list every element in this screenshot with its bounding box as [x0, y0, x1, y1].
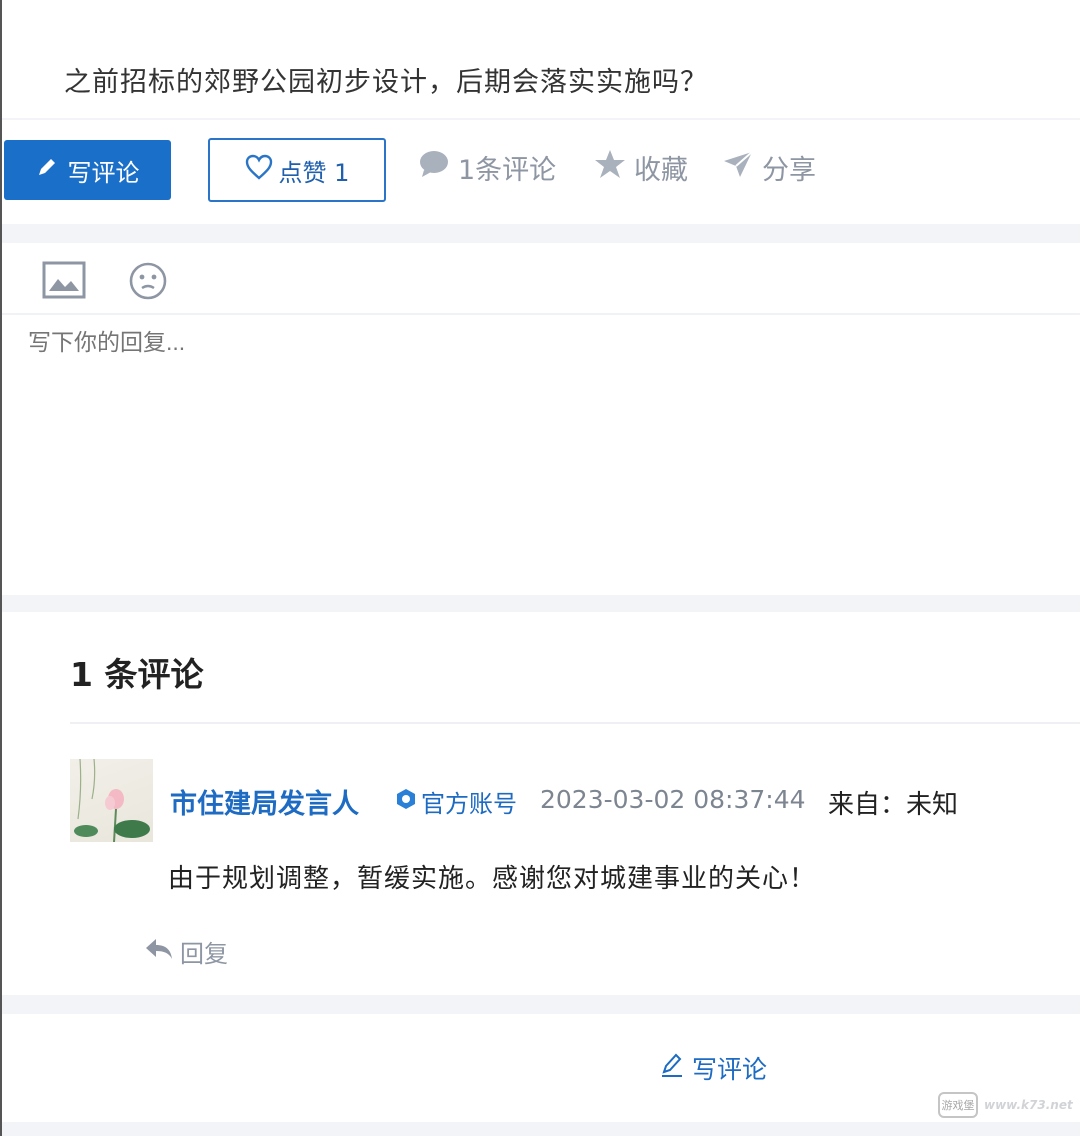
- chat-bubble-icon: [418, 150, 450, 185]
- pen-icon: [660, 1052, 684, 1084]
- comment-timestamp: 2023-03-02 08:37:44: [540, 785, 806, 814]
- favorite-label: 收藏: [634, 155, 688, 186]
- image-icon[interactable]: [42, 261, 86, 303]
- avatar[interactable]: [70, 759, 153, 842]
- question-section: 之前招标的郊野公园初步设计，后期会落实实施吗？: [2, 0, 1080, 118]
- pencil-icon: [36, 156, 58, 184]
- comment-author[interactable]: 市住建局发言人: [170, 782, 359, 821]
- watermark-logo: 游戏堡: [938, 1092, 978, 1118]
- divider: [70, 722, 1080, 724]
- star-icon: [594, 149, 626, 186]
- badge-label: 官方账号: [421, 790, 517, 818]
- verified-icon: [395, 788, 417, 816]
- reply-input[interactable]: [28, 329, 1028, 356]
- reply-label: 回复: [180, 940, 228, 968]
- reply-arrow-icon: [144, 937, 174, 967]
- comments-count-label: 1条评论: [458, 155, 557, 186]
- reply-toolbar: [2, 243, 1080, 315]
- comment-text: 由于规划调整，暂缓实施。感谢您对城建事业的关心！: [168, 864, 817, 894]
- comments-section: 1 条评论 市住建局发言人 官方账号 2023-03-02 08:37:44 来…: [2, 612, 1080, 995]
- write-comment-label: 写评论: [67, 158, 140, 187]
- official-badge: 官方账号: [395, 784, 517, 819]
- like-label: 点赞 1: [278, 158, 350, 187]
- like-button[interactable]: 点赞 1: [208, 138, 386, 202]
- comments-count-button[interactable]: 1条评论: [418, 148, 556, 187]
- footer-bar: 写评论: [2, 1014, 1080, 1122]
- footer-write-comment-button[interactable]: 写评论: [660, 1050, 767, 1086]
- comment-source: 来自：未知: [828, 790, 959, 820]
- favorite-button[interactable]: 收藏: [594, 148, 688, 187]
- comments-title: 1 条评论: [70, 655, 204, 694]
- heart-icon: [245, 154, 273, 186]
- emoji-icon[interactable]: [128, 261, 168, 305]
- paper-plane-icon: [722, 149, 754, 186]
- write-comment-button[interactable]: 写评论: [4, 140, 171, 200]
- question-text: 之前招标的郊野公园初步设计，后期会落实实施吗？: [64, 67, 708, 98]
- watermark: 游戏堡 www.k73.net: [938, 1092, 1073, 1118]
- reply-editor: [2, 243, 1080, 595]
- footer-write-comment-label: 写评论: [692, 1055, 768, 1084]
- watermark-text: www.k73.net: [984, 1098, 1073, 1112]
- reply-button[interactable]: 回复: [144, 934, 228, 969]
- share-label: 分享: [762, 155, 816, 186]
- share-button[interactable]: 分享: [722, 148, 816, 187]
- action-bar: 写评论 点赞 1 1条评论 收藏 分享: [2, 120, 1080, 224]
